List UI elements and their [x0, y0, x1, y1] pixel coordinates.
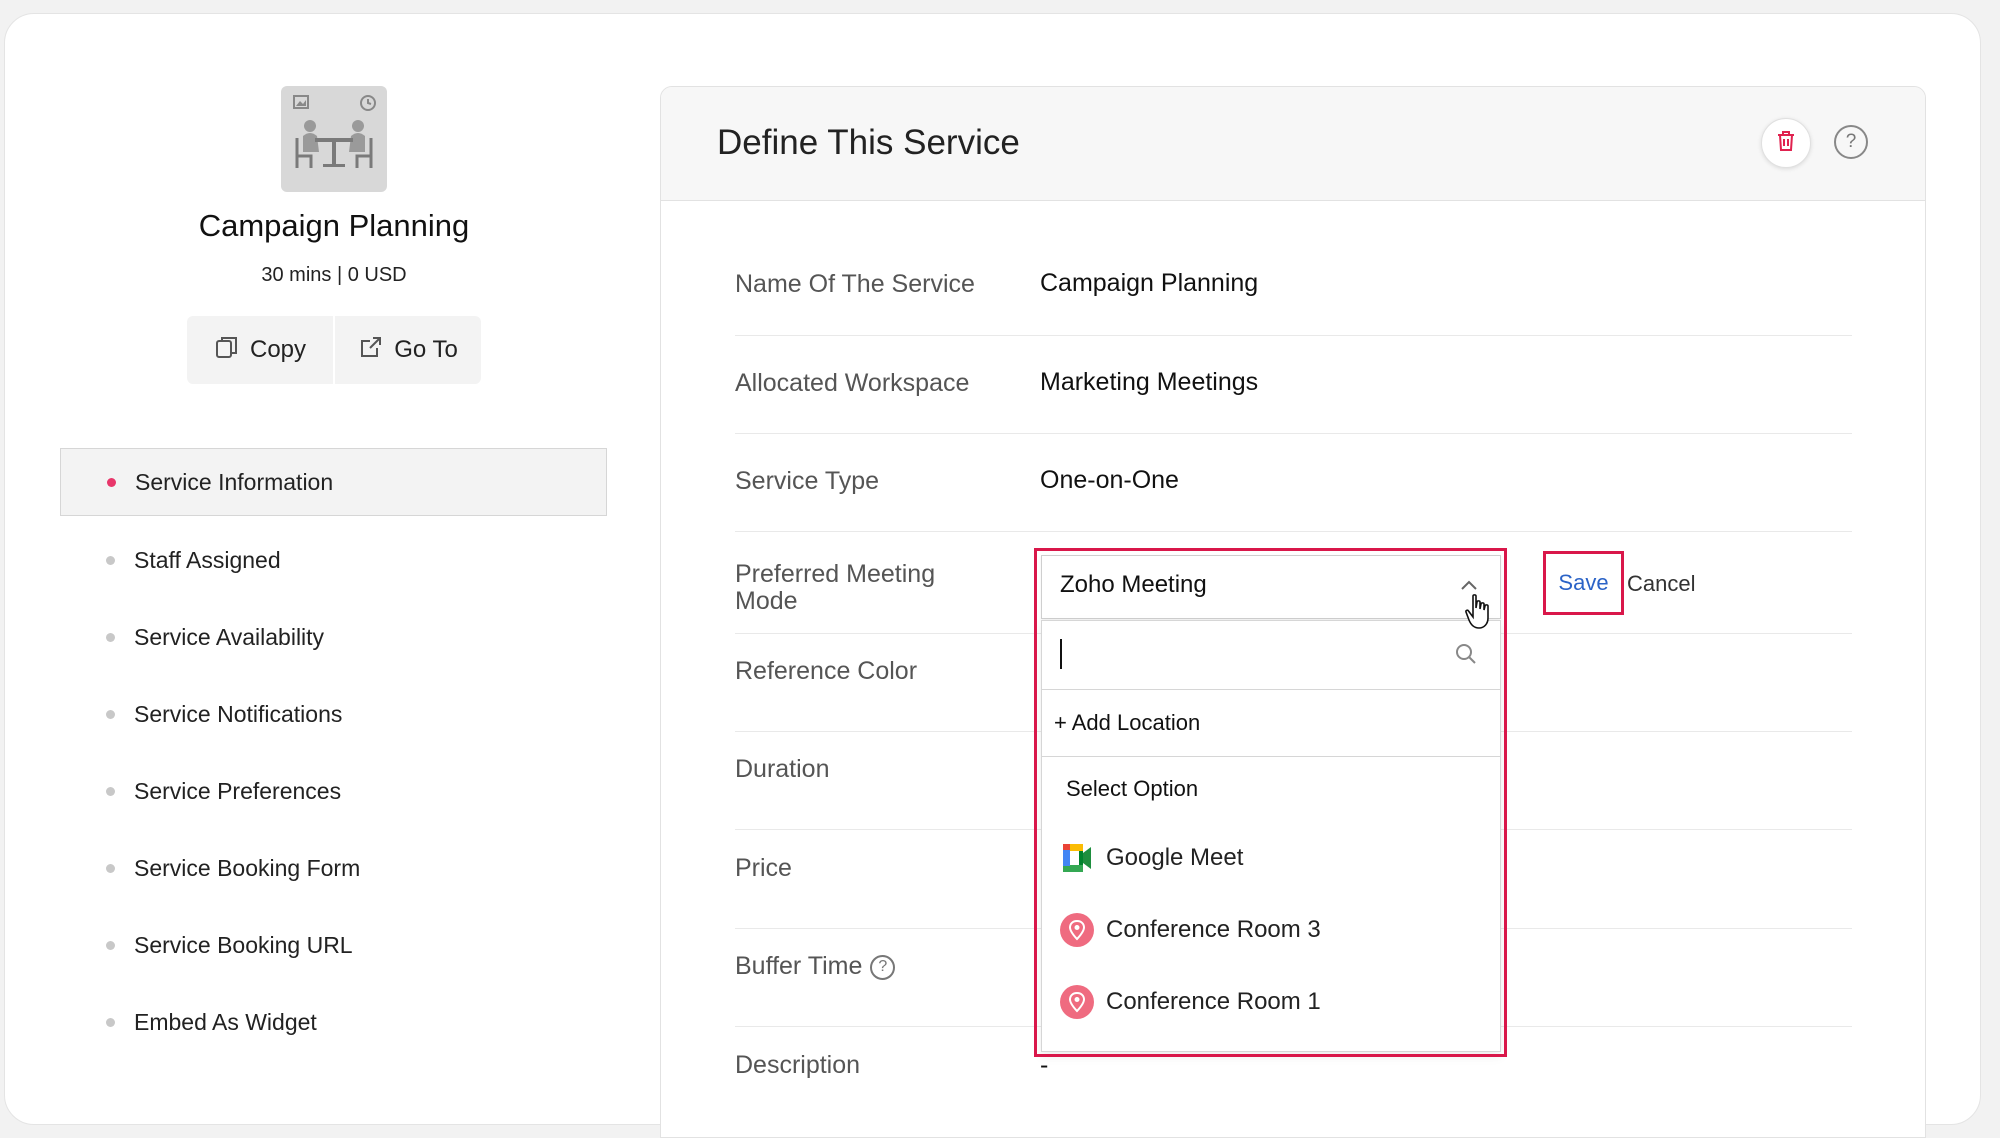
field-label: Buffer Time?: [735, 952, 896, 981]
external-link-icon: [358, 334, 384, 367]
field-label: Reference Color: [735, 657, 918, 685]
service-settings-nav: Service Information Staff Assigned Servi…: [60, 448, 607, 1061]
field-label: Preferred Meeting Mode: [735, 560, 936, 615]
field-value[interactable]: Campaign Planning: [1040, 269, 1258, 298]
dropdown-search-input[interactable]: [1056, 633, 1440, 679]
field-label: Description: [735, 1051, 861, 1079]
active-dot: [107, 477, 116, 487]
field-label: Allocated Workspace: [735, 369, 970, 397]
location-pin-icon: [1060, 913, 1094, 947]
nav-item-staff-assigned[interactable]: Staff Assigned: [60, 522, 607, 599]
field-row-service-name: Name Of The Service Campaign Planning: [735, 234, 1852, 336]
copy-icon: [214, 334, 240, 367]
service-duration-price: 30 mins | 0 USD: [261, 264, 407, 286]
field-label: Service Type: [735, 467, 880, 495]
nav-item-service-booking-form[interactable]: Service Booking Form: [60, 830, 607, 907]
help-icon[interactable]: ?: [870, 954, 896, 980]
trash-icon: [1776, 130, 1796, 157]
nav-item-label: Service Notifications: [134, 701, 343, 727]
copy-label: Copy: [249, 336, 307, 363]
nav-item-label: Staff Assigned: [134, 547, 281, 573]
copy-goto-group: Copy Go To: [187, 316, 481, 384]
option-label: Conference Room 3: [1106, 916, 1321, 943]
dropdown-search: [1042, 621, 1500, 690]
bullet-dot: [106, 941, 115, 950]
card-header: Define This Service ?: [661, 87, 1925, 201]
option-label: Google Meet: [1106, 844, 1244, 871]
location-pin-icon: [1060, 985, 1094, 1019]
hand-cursor-icon: [1464, 593, 1494, 636]
service-title: Campaign Planning: [198, 208, 470, 243]
bullet-dot: [106, 1018, 115, 1027]
dropdown-option-select[interactable]: Select Option: [1042, 756, 1500, 822]
search-icon: [1454, 642, 1478, 671]
field-value[interactable]: -: [1040, 1051, 1048, 1080]
bullet-dot: [106, 633, 115, 642]
goto-button[interactable]: Go To: [333, 316, 481, 384]
bullet-dot: [106, 864, 115, 873]
service-thumbnail: [281, 86, 387, 192]
dropdown-option-conference-room-1[interactable]: Conference Room 1: [1042, 969, 1500, 1035]
nav-item-service-information[interactable]: Service Information: [60, 448, 607, 516]
nav-item-service-notifications[interactable]: Service Notifications: [60, 676, 607, 753]
field-row-workspace: Allocated Workspace Marketing Meetings: [735, 335, 1852, 434]
nav-item-service-booking-url[interactable]: Service Booking URL: [60, 907, 607, 984]
meeting-mode-select[interactable]: Zoho Meeting: [1041, 555, 1501, 619]
delete-service-button[interactable]: [1761, 118, 1811, 168]
copy-button[interactable]: Copy: [187, 316, 333, 384]
help-button[interactable]: ?: [1834, 125, 1868, 159]
field-label: Name Of The Service: [735, 270, 975, 298]
bullet-dot: [106, 710, 115, 719]
option-label: Conference Room 1: [1106, 988, 1321, 1015]
add-location-label: + Add Location: [1054, 710, 1201, 735]
field-label: Duration: [735, 755, 830, 783]
nav-item-label: Service Booking URL: [134, 932, 353, 958]
nav-item-label: Service Information: [135, 468, 334, 495]
text-caret: [1060, 639, 1062, 669]
google-meet-icon: [1060, 841, 1094, 875]
save-button[interactable]: Save: [1548, 556, 1619, 610]
dropdown-option-conference-room-3[interactable]: Conference Room 3: [1042, 897, 1500, 963]
selected-meeting-mode: Zoho Meeting: [1060, 571, 1207, 598]
buffer-label-text: Buffer Time: [735, 952, 863, 980]
option-label: Select Option: [1066, 776, 1199, 801]
field-value[interactable]: Marketing Meetings: [1040, 368, 1258, 397]
add-location-button[interactable]: + Add Location: [1042, 689, 1500, 757]
dropdown-option-google-meet[interactable]: Google Meet: [1042, 825, 1500, 891]
nav-item-label: Service Availability: [134, 624, 325, 650]
nav-item-label: Service Booking Form: [134, 855, 361, 881]
meeting-mode-dropdown: + Add Location Select Option Google Meet…: [1041, 620, 1501, 1052]
field-value[interactable]: One-on-One: [1040, 466, 1179, 495]
cancel-button[interactable]: Cancel: [1627, 571, 1695, 597]
help-icon: ?: [1845, 131, 1857, 152]
bullet-dot: [106, 787, 115, 796]
field-label: Price: [735, 854, 792, 882]
card-title: Define This Service: [717, 123, 1020, 162]
bullet-dot: [106, 556, 115, 565]
nav-item-embed-as-widget[interactable]: Embed As Widget: [60, 984, 607, 1061]
field-row-service-type: Service Type One-on-One: [735, 433, 1852, 532]
nav-item-label: Embed As Widget: [134, 1009, 317, 1035]
nav-item-service-preferences[interactable]: Service Preferences: [60, 753, 607, 830]
nav-item-service-availability[interactable]: Service Availability: [60, 599, 607, 676]
goto-label: Go To: [394, 336, 458, 363]
nav-item-label: Service Preferences: [134, 778, 342, 804]
